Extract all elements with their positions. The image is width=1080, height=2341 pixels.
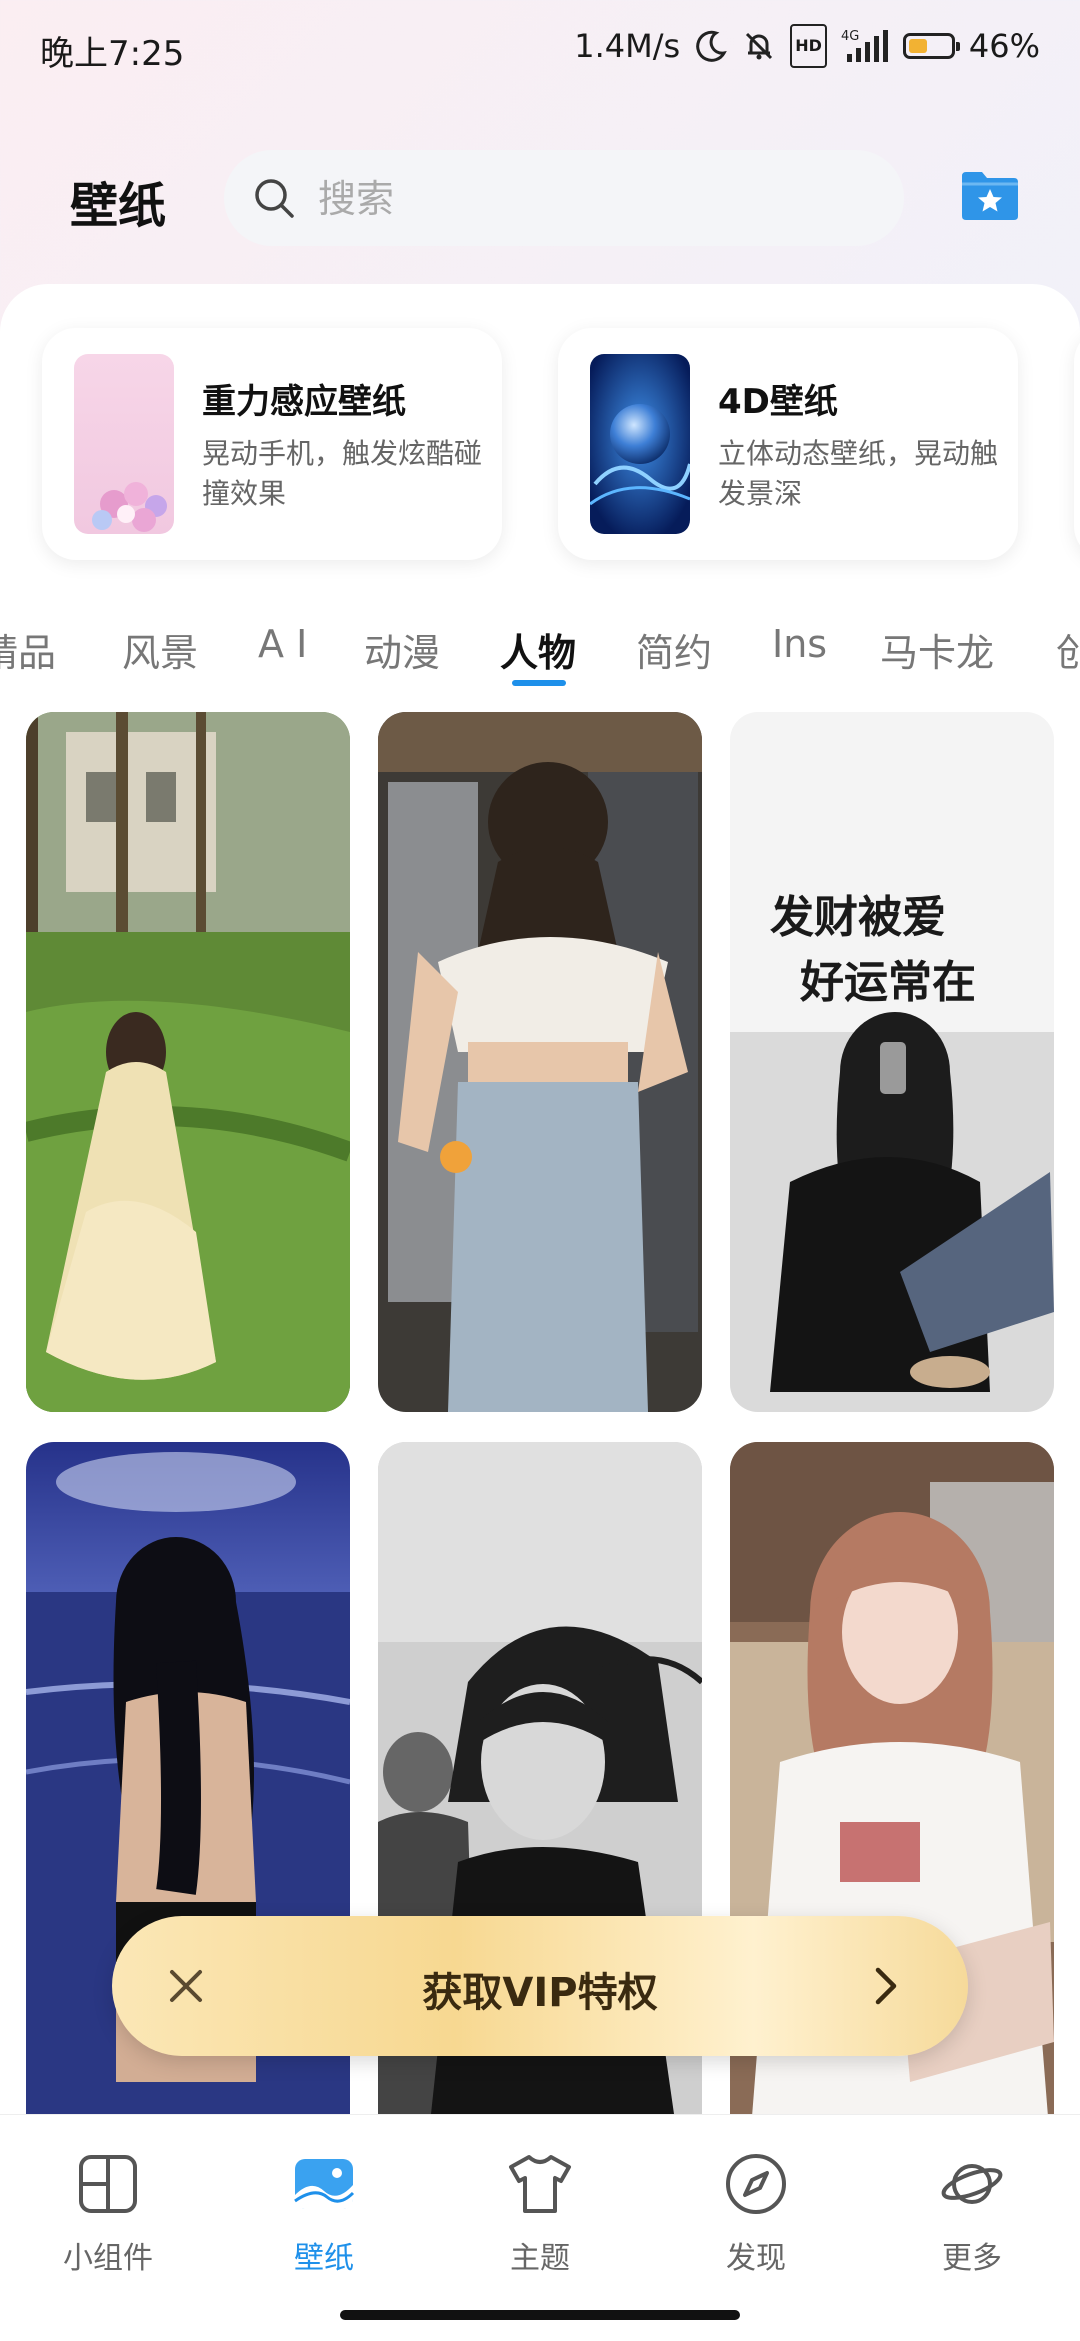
wallpaper-card[interactable] [378,712,702,1412]
tab-category[interactable]: 精品 [0,622,56,677]
wallpaper-card[interactable]: 发财被爱 好运常在 [730,712,1054,1412]
hd-icon: HD [790,24,827,68]
tab-category[interactable]: 简约 [636,622,712,677]
search-input[interactable] [316,150,880,248]
tab-category[interactable]: 动漫 [364,622,440,677]
tab-indicator [512,680,566,686]
nav-item-wallpaper[interactable]: 壁纸 [244,2151,404,2277]
content-sheet: 重力感应壁纸 晃动手机，触发炫酷碰撞效果 4D壁纸 立体动态壁纸，晃动触发景深 … [0,284,1080,2114]
tab-category-active[interactable]: 人物 [500,622,576,677]
search-bar[interactable] [224,150,904,248]
tab-category[interactable]: 马卡龙 [880,622,994,677]
battery-icon [902,26,960,66]
compass-icon [726,2154,786,2214]
tab-category[interactable]: Ins [772,622,827,666]
widget-icon [79,2155,137,2213]
bell-muted-icon [742,26,776,66]
tab-category[interactable]: 创 [1056,622,1080,677]
wallpaper-image [378,712,702,1412]
nav-label: 主题 [510,2241,570,2276]
vip-banner[interactable]: 获取VIP特权 [112,1916,968,2056]
gravity-wallpaper-thumbnail [74,354,174,534]
4d-wallpaper-thumbnail [590,354,690,534]
feature-card-partial[interactable] [1074,328,1080,560]
category-tabs: 精品 风景 A I 动漫 人物 简约 Ins 马卡龙 创 [0,602,1080,692]
bottom-nav: 小组件 壁纸 主题 发现 更多 [0,2114,1080,2341]
nav-label: 小组件 [63,2241,153,2276]
star-folder-icon[interactable] [960,168,1020,222]
tab-category[interactable]: A I [258,622,307,666]
nav-label: 更多 [942,2241,1002,2276]
wallpaper-card[interactable] [26,712,350,1412]
feature-description: 立体动态壁纸，晃动触发景深 [718,437,999,510]
wallpaper-image: 发财被爱 好运常在 [730,712,1054,1412]
tshirt-icon [509,2155,571,2213]
nav-item-widgets[interactable]: 小组件 [28,2151,188,2277]
chevron-right-icon[interactable] [860,1960,912,2012]
search-icon [255,179,294,218]
status-time: 晚上7:25 [40,34,185,74]
battery-percent: 46% [968,27,1040,65]
feature-title: 4D壁纸 [718,382,838,422]
page-title: 壁纸 [70,178,167,234]
moon-icon [694,26,728,66]
vip-label: 获取VIP特权 [422,1970,658,2016]
feature-description: 晃动手机，触发炫酷碰撞效果 [202,437,483,510]
feature-card-4d[interactable]: 4D壁纸 立体动态壁纸，晃动触发景深 [558,328,1018,560]
nav-item-discover[interactable]: 发现 [676,2151,836,2277]
planet-icon [941,2164,1003,2204]
wallpaper-icon [294,2159,355,2209]
nav-item-themes[interactable]: 主题 [460,2151,620,2277]
status-bar: 晚上7:25 1.4M/s HD 4G 46% [0,0,1080,96]
feature-card-gravity[interactable]: 重力感应壁纸 晃动手机，触发炫酷碰撞效果 [42,328,502,560]
home-indicator[interactable] [340,2310,740,2320]
network-speed: 1.4M/s [574,27,681,65]
wallpaper-caption: 好运常在 [799,957,976,1008]
wallpaper-image [26,712,350,1412]
nav-label: 壁纸 [294,2241,354,2276]
feature-title: 重力感应壁纸 [202,382,406,422]
signal-type-label: 4G [841,29,859,44]
status-right: 1.4M/s HD 4G 46% [574,24,1040,68]
nav-label: 发现 [726,2241,786,2276]
nav-item-more[interactable]: 更多 [892,2151,1052,2277]
wallpaper-caption: 发财被爱 [770,892,946,943]
signal-icon: 4G [841,26,889,66]
tab-category[interactable]: 风景 [122,622,198,677]
